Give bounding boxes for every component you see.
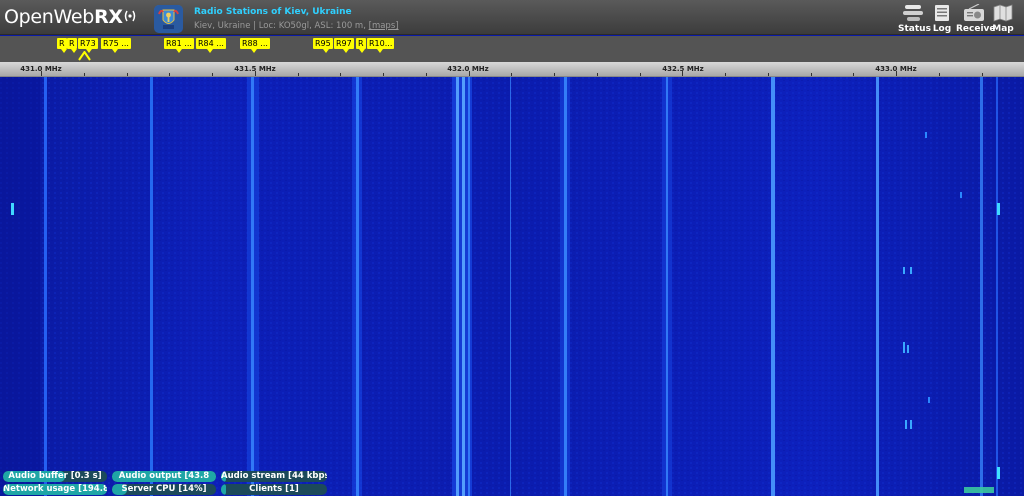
radio-icon [964,4,984,21]
openwebrx-logo[interactable]: OpenWebRX [4,6,137,30]
audio-output-label: Audio output [43.8 [118,471,210,481]
server-cpu-label: Server CPU [14%] [121,484,207,494]
scale-tick [981,73,983,76]
scale-tick [767,73,769,76]
server-cpu-meter: Server CPU [14%] [112,484,216,495]
map-label: Map [992,24,1014,34]
bookmark[interactable]: R88 ... [240,38,270,49]
bookmark[interactable]: R10... [367,38,395,49]
waterfall-display[interactable] [0,77,1024,496]
bookmark[interactable]: R75 ... [101,38,131,49]
scale-tick [383,73,384,76]
bookmark-tail [343,49,349,53]
audio-buffer-meter: Audio buffer [0.3 s] [3,471,107,482]
scale-tick [169,73,171,76]
bookmark[interactable]: R73 [78,38,98,49]
scale-tick [938,73,940,76]
bookmark-tail [359,49,365,53]
logo-text: OpenWeb [4,6,95,28]
waterfall-signals [0,77,1024,496]
scale-tick [896,71,897,76]
receiver-location: Kiev, Ukraine | Loc: KO50gl, ASL: 100 m, [194,21,366,31]
scale-tick [725,73,726,76]
log-button[interactable]: Log [932,4,952,36]
receive-label: Receive [956,24,996,34]
top-bar: OpenWebRX Radio Stations of Kiev, Ukrain… [0,0,1024,35]
bookmark[interactable]: R [356,38,366,49]
bookmark[interactable]: R84 ... [196,38,226,49]
scale-tick [212,73,213,76]
map-button[interactable]: Map [992,4,1014,36]
clients-meter: Clients [1] [221,484,327,495]
bookmark-bar: R R R73 R75 ... R81 ... R84 ... R88 ... … [0,36,1024,62]
bookmark-tail [176,49,182,53]
radio-waves-icon [124,10,136,22]
bookmark-tail [323,49,329,53]
receive-button[interactable]: Receive [956,4,996,36]
scale-tick [425,73,427,76]
scale-tick [41,71,42,76]
bookmark[interactable]: R81 ... [164,38,194,49]
scale-tick [297,73,299,76]
bookmark-tail [251,49,257,53]
status-button[interactable]: Status [898,4,931,36]
scale-tick [682,71,684,76]
scale-tick [853,73,855,76]
receiver-title: Radio Stations of Kiev, Ukraine [194,7,352,17]
scale-tick [596,73,598,76]
receiver-description: Kiev, Ukraine | Loc: KO50gl, ASL: 100 m,… [194,21,399,31]
bookmark[interactable]: R [57,38,67,49]
audio-buffer-label: Audio buffer [0.3 s] [8,471,102,481]
frequency-scale[interactable]: 431.0 MHz 431.5 MHz 432.0 MHz 432.5 MHz … [0,62,1024,77]
logo-rx: RX [94,6,123,28]
map-icon [993,4,1013,22]
bookmark-tail [377,49,383,53]
maps-link[interactable]: [maps] [369,21,399,31]
scale-tick [554,73,555,76]
scale-tick [340,73,342,76]
status-icon [903,5,923,21]
bookmark[interactable]: R [67,38,77,49]
scale-tick [83,73,85,76]
scale-tick [639,73,641,76]
network-usage-meter: Network usage [194.8 [3,484,107,495]
tuning-marker-icon[interactable] [78,51,91,61]
bookmark-tail [71,49,77,53]
scale-tick [810,73,812,76]
log-label: Log [932,24,952,34]
scale-tick [511,73,513,76]
scale-tick [254,71,256,76]
bookmark-tail [207,49,213,53]
bookmark-tail [61,49,67,53]
audio-stream-label: Audio stream [44 kbps] [221,471,327,481]
bookmark[interactable]: R95 [313,38,333,49]
status-label: Status [898,24,931,34]
scale-tick [126,73,128,76]
network-usage-label: Network usage [194.8 [3,484,107,494]
audio-output-meter: Audio output [43.8 [112,471,216,482]
coat-of-arms-icon [154,5,183,33]
receiver-avatar[interactable] [154,5,183,33]
scale-tick [468,71,470,76]
bookmark-tail [112,49,118,53]
audio-stream-meter: Audio stream [44 kbps] [221,471,327,482]
clients-label: Clients [1] [249,484,299,494]
bookmark[interactable]: R97 [334,38,354,49]
log-icon [935,5,949,21]
